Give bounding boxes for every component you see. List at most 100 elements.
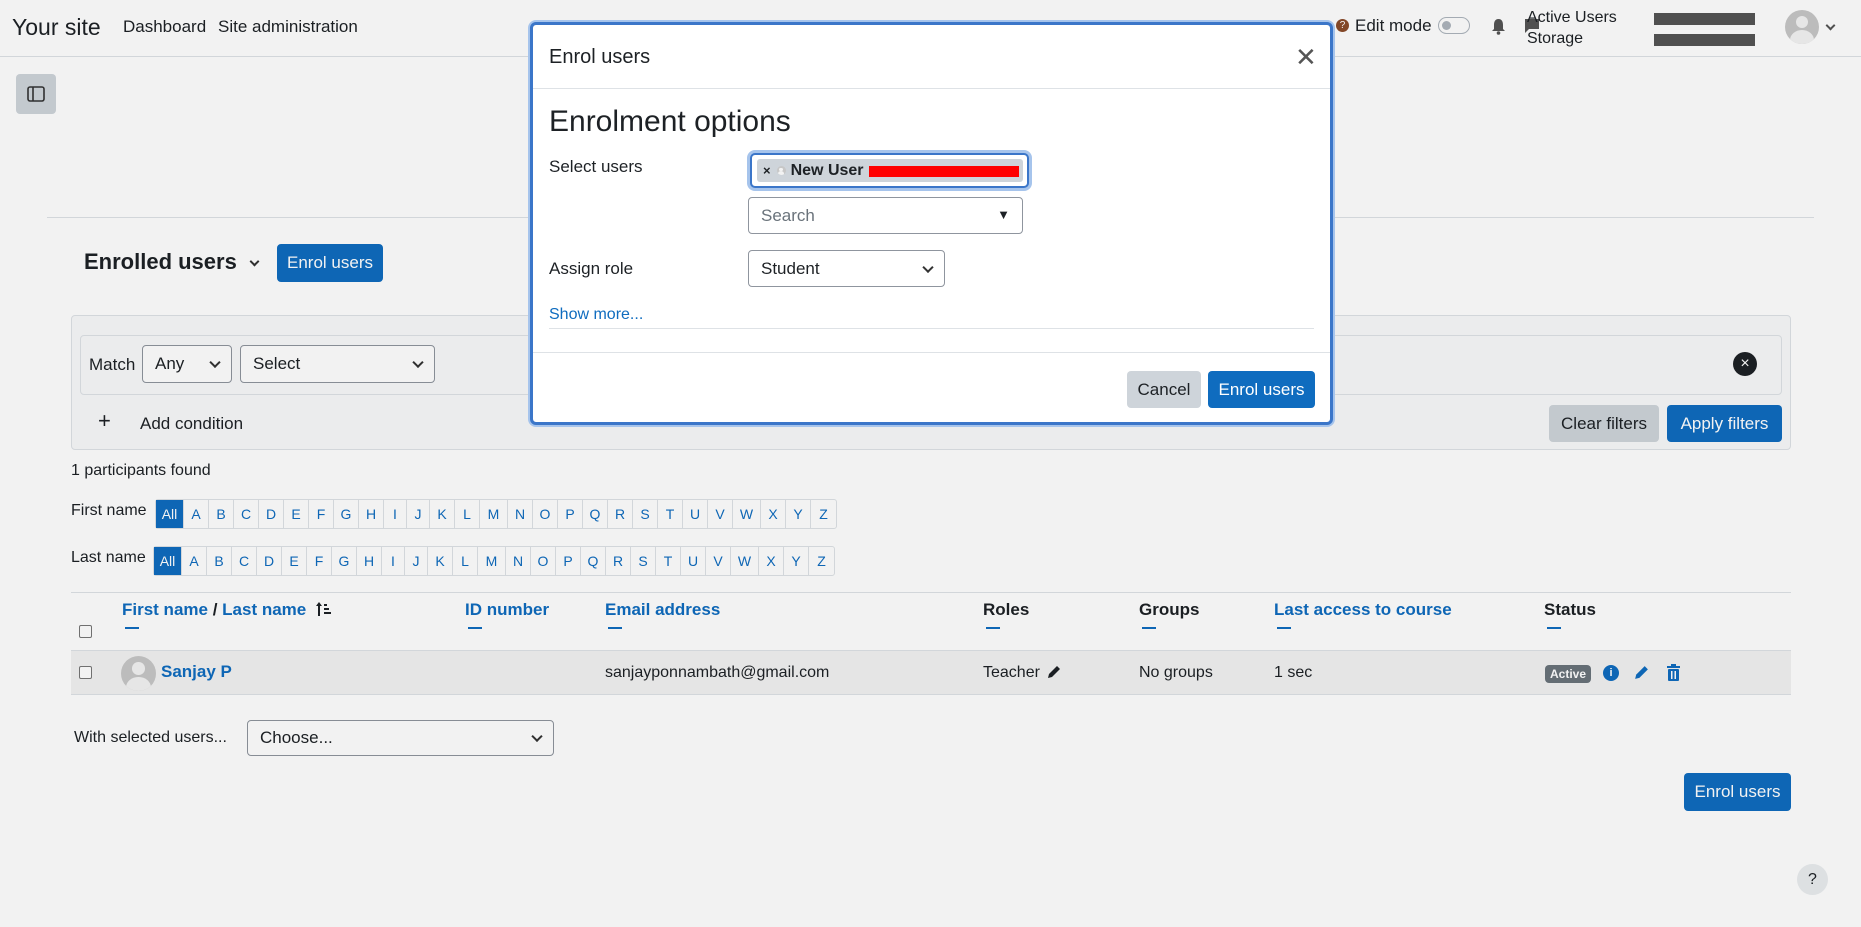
plus-icon[interactable]: + bbox=[98, 408, 111, 434]
unenrol-trash-icon[interactable] bbox=[1666, 664, 1681, 681]
collapse-column-icon[interactable] bbox=[468, 627, 482, 629]
with-selected-select[interactable]: Choose... bbox=[247, 720, 554, 756]
first-name-initial-n[interactable]: N bbox=[508, 500, 533, 528]
last-name-initial-u[interactable]: U bbox=[681, 547, 706, 575]
first-name-initial-v[interactable]: V bbox=[708, 500, 733, 528]
user-avatar[interactable] bbox=[1785, 10, 1819, 44]
first-name-initial-e[interactable]: E bbox=[284, 500, 309, 528]
collapse-column-icon[interactable] bbox=[1547, 627, 1561, 629]
notification-bell-icon[interactable] bbox=[1491, 18, 1506, 35]
collapse-column-icon[interactable] bbox=[608, 627, 622, 629]
last-name-initial-n[interactable]: N bbox=[506, 547, 531, 575]
first-name-initial-d[interactable]: D bbox=[259, 500, 284, 528]
close-icon[interactable]: ✕ bbox=[1295, 44, 1317, 70]
user-name-link[interactable]: Sanjay P bbox=[161, 662, 232, 682]
last-name-initial-f[interactable]: F bbox=[307, 547, 332, 575]
clear-filters-button[interactable]: Clear filters bbox=[1549, 405, 1659, 442]
last-name-initial-g[interactable]: G bbox=[332, 547, 357, 575]
first-name-initial-g[interactable]: G bbox=[334, 500, 359, 528]
first-name-initial-y[interactable]: Y bbox=[786, 500, 811, 528]
last-name-initial-m[interactable]: M bbox=[478, 547, 506, 575]
last-name-initial-e[interactable]: E bbox=[282, 547, 307, 575]
last-name-initial-z[interactable]: Z bbox=[809, 547, 834, 575]
last-name-initial-x[interactable]: X bbox=[759, 547, 784, 575]
select-all-checkbox[interactable] bbox=[79, 625, 92, 638]
last-name-initial-t[interactable]: T bbox=[656, 547, 681, 575]
first-name-initial-p[interactable]: P bbox=[558, 500, 583, 528]
user-menu-chevron-icon[interactable] bbox=[1825, 20, 1836, 31]
last-name-initial-v[interactable]: V bbox=[706, 547, 731, 575]
last-name-initial-p[interactable]: P bbox=[556, 547, 581, 575]
first-name-initial-r[interactable]: R bbox=[608, 500, 633, 528]
first-name-initial-l[interactable]: L bbox=[455, 500, 480, 528]
last-name-initial-b[interactable]: B bbox=[207, 547, 232, 575]
last-name-initial-j[interactable]: J bbox=[405, 547, 428, 575]
row-select-checkbox[interactable] bbox=[79, 666, 92, 679]
last-name-initial-r[interactable]: R bbox=[606, 547, 631, 575]
selected-user-chip[interactable]: × New User bbox=[757, 159, 1023, 182]
collapse-column-icon[interactable] bbox=[1277, 627, 1291, 629]
last-name-initial-a[interactable]: A bbox=[182, 547, 207, 575]
sort-first-name-link[interactable]: First name bbox=[122, 600, 208, 619]
dropdown-arrow-icon[interactable]: ▼ bbox=[997, 207, 1010, 222]
first-name-initial-m[interactable]: M bbox=[480, 500, 508, 528]
first-name-initial-t[interactable]: T bbox=[658, 500, 683, 528]
last-name-initial-h[interactable]: H bbox=[357, 547, 382, 575]
first-name-initial-x[interactable]: X bbox=[761, 500, 786, 528]
last-name-initial-d[interactable]: D bbox=[257, 547, 282, 575]
first-name-initial-q[interactable]: Q bbox=[583, 500, 608, 528]
first-name-initial-all[interactable]: All bbox=[156, 500, 184, 528]
enrol-users-submit-button[interactable]: Enrol users bbox=[1208, 371, 1315, 408]
enrolment-info-icon[interactable]: i bbox=[1603, 665, 1619, 681]
chip-remove-icon[interactable]: × bbox=[763, 163, 771, 178]
last-name-initial-c[interactable]: C bbox=[232, 547, 257, 575]
first-name-initial-c[interactable]: C bbox=[234, 500, 259, 528]
last-name-initial-o[interactable]: O bbox=[531, 547, 556, 575]
collapse-column-icon[interactable] bbox=[125, 627, 139, 629]
add-condition-link[interactable]: Add condition bbox=[140, 414, 243, 434]
match-select[interactable]: Any bbox=[142, 345, 232, 383]
course-index-toggle-button[interactable] bbox=[16, 74, 56, 114]
first-name-initial-b[interactable]: B bbox=[209, 500, 234, 528]
first-name-initial-w[interactable]: W bbox=[733, 500, 761, 528]
collapse-column-icon[interactable] bbox=[1142, 627, 1156, 629]
last-name-initial-w[interactable]: W bbox=[731, 547, 759, 575]
first-name-initial-z[interactable]: Z bbox=[811, 500, 836, 528]
last-name-initial-k[interactable]: K bbox=[428, 547, 453, 575]
sort-id-number-link[interactable]: ID number bbox=[465, 600, 549, 620]
help-icon[interactable]: ? bbox=[1336, 19, 1349, 32]
apply-filters-button[interactable]: Apply filters bbox=[1667, 405, 1782, 442]
sort-last-name-link[interactable]: Last name bbox=[222, 600, 306, 619]
show-more-link[interactable]: Show more... bbox=[549, 306, 643, 324]
first-name-initial-f[interactable]: F bbox=[309, 500, 334, 528]
help-button[interactable]: ? bbox=[1797, 864, 1828, 895]
sort-email-link[interactable]: Email address bbox=[605, 600, 720, 620]
edit-role-pencil-icon[interactable] bbox=[1046, 664, 1062, 680]
first-name-initial-s[interactable]: S bbox=[633, 500, 658, 528]
enrol-users-bottom-button[interactable]: Enrol users bbox=[1684, 773, 1791, 811]
edit-mode-toggle[interactable] bbox=[1438, 17, 1470, 34]
first-name-initial-i[interactable]: I bbox=[384, 500, 407, 528]
last-name-initial-i[interactable]: I bbox=[382, 547, 405, 575]
nav-site-administration[interactable]: Site administration bbox=[218, 17, 358, 37]
last-name-initial-s[interactable]: S bbox=[631, 547, 656, 575]
first-name-initial-a[interactable]: A bbox=[184, 500, 209, 528]
first-name-initial-h[interactable]: H bbox=[359, 500, 384, 528]
first-name-initial-u[interactable]: U bbox=[683, 500, 708, 528]
nav-dashboard[interactable]: Dashboard bbox=[123, 17, 206, 37]
last-name-initial-q[interactable]: Q bbox=[581, 547, 606, 575]
sort-last-access-link[interactable]: Last access to course bbox=[1274, 600, 1452, 620]
site-brand[interactable]: Your site bbox=[12, 14, 101, 41]
last-name-initial-y[interactable]: Y bbox=[784, 547, 809, 575]
assign-role-select[interactable]: Student bbox=[748, 250, 945, 287]
last-name-initial-all[interactable]: All bbox=[154, 547, 182, 575]
first-name-initial-k[interactable]: K bbox=[430, 500, 455, 528]
first-name-initial-o[interactable]: O bbox=[533, 500, 558, 528]
last-name-initial-l[interactable]: L bbox=[453, 547, 478, 575]
edit-enrolment-pencil-icon[interactable] bbox=[1633, 664, 1650, 681]
user-search-input[interactable]: Search ▼ bbox=[748, 197, 1023, 234]
page-heading[interactable]: Enrolled users bbox=[84, 249, 260, 275]
remove-filter-row-icon[interactable]: × bbox=[1733, 352, 1757, 376]
cancel-button[interactable]: Cancel bbox=[1127, 371, 1201, 408]
enrol-users-top-button[interactable]: Enrol users bbox=[277, 244, 383, 282]
